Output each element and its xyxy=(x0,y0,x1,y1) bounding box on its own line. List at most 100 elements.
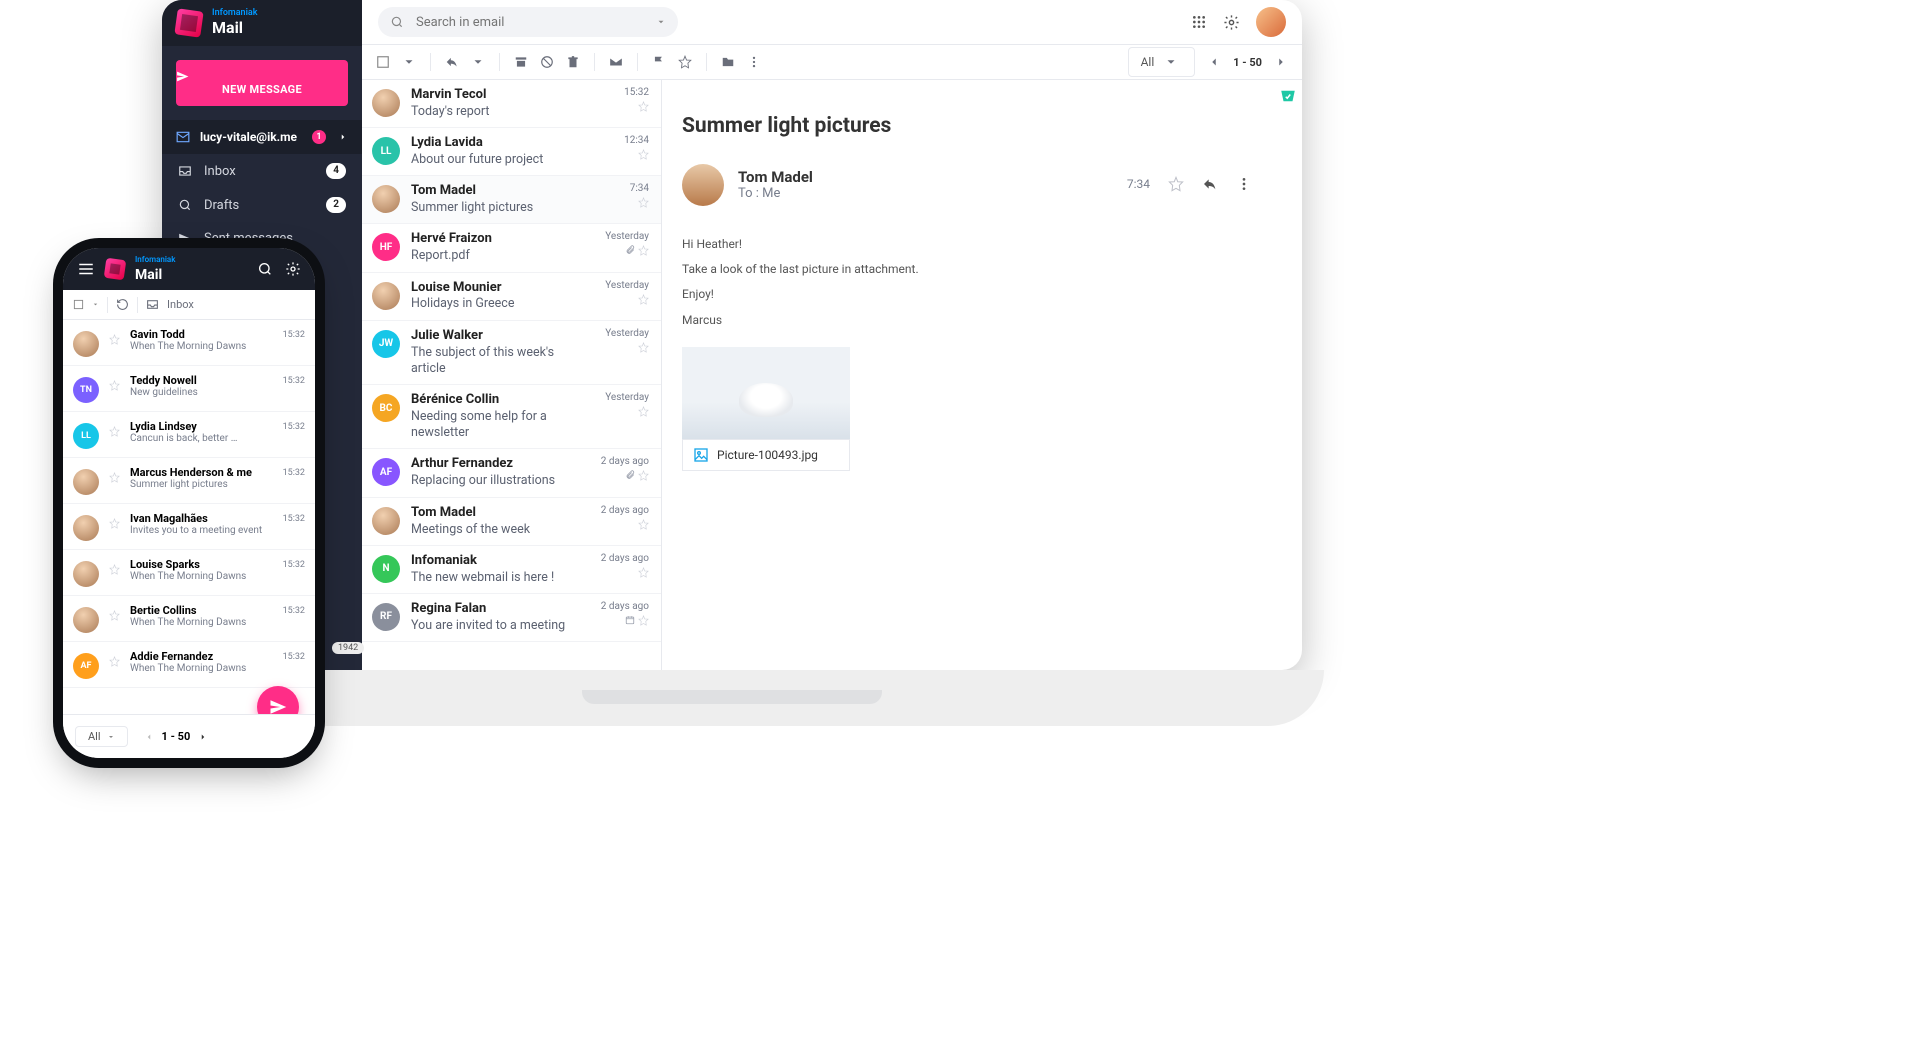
attachment-thumbnail xyxy=(682,347,850,439)
nav-inbox[interactable]: Inbox4 xyxy=(162,154,362,188)
chevron-left-icon[interactable] xyxy=(1203,51,1225,73)
list-item[interactable]: Ivan Magalhães Invites you to a meeting … xyxy=(63,504,315,550)
message-subject: Summer light pictures xyxy=(682,114,1252,138)
list-item[interactable]: Marvin Tecol Today's report 15:32 xyxy=(362,80,661,128)
email-list: Marvin Tecol Today's report 15:32 LL Lyd… xyxy=(362,80,662,670)
list-item[interactable]: BC Bérénice Collin Needing some help for… xyxy=(362,385,661,449)
attachment[interactable]: Picture-100493.jpg xyxy=(682,347,850,471)
spam-icon[interactable] xyxy=(536,51,558,73)
sender-name: Ivan Magalhães xyxy=(130,512,273,525)
email-subject: Cancun is back, better … xyxy=(130,433,273,444)
list-item[interactable]: Louise Sparks When The Morning Dawns 15:… xyxy=(63,550,315,596)
star-icon[interactable] xyxy=(109,518,120,529)
list-item[interactable]: Tom Madel Meetings of the week 2 days ag… xyxy=(362,498,661,546)
list-item[interactable]: LL Lydia Lindsey Cancun is back, better … xyxy=(63,412,315,458)
star-icon[interactable] xyxy=(109,656,120,667)
sender-name: Lydia Lindsey xyxy=(130,420,273,433)
caret-down-icon[interactable] xyxy=(467,51,489,73)
list-item[interactable]: AF Arthur Fernandez Replacing our illust… xyxy=(362,449,661,497)
caret-down-icon[interactable] xyxy=(398,51,420,73)
list-item[interactable]: Marcus Henderson & me Summer light pictu… xyxy=(63,458,315,504)
menu-icon[interactable] xyxy=(77,260,95,278)
list-item[interactable]: AF Addie Fernandez When The Morning Dawn… xyxy=(63,642,315,688)
reply-icon[interactable] xyxy=(441,51,463,73)
email-time: 2 days ago xyxy=(601,553,649,564)
email-subject: The subject of this week's article xyxy=(411,345,590,378)
caret-down-icon[interactable] xyxy=(92,301,99,308)
list-item[interactable]: RF Regina Falan You are invited to a mee… xyxy=(362,594,661,642)
list-item[interactable]: LL Lydia Lavida About our future project… xyxy=(362,128,661,176)
laptop-base xyxy=(140,670,1324,726)
list-item[interactable]: TN Teddy Nowell New guidelines 15:32 xyxy=(63,366,315,412)
email-subject: New guidelines xyxy=(130,387,273,398)
star-icon[interactable] xyxy=(109,426,120,437)
side-app-icon[interactable] xyxy=(1274,82,1302,110)
star-icon[interactable] xyxy=(109,380,120,391)
flag-icon[interactable] xyxy=(648,51,670,73)
archive-icon[interactable] xyxy=(510,51,532,73)
email-subject: You are invited to a meeting xyxy=(411,618,590,634)
apps-icon[interactable] xyxy=(1191,14,1207,30)
star-icon[interactable] xyxy=(109,472,120,483)
chevron-down-icon[interactable] xyxy=(656,17,666,27)
search-icon[interactable] xyxy=(257,261,273,277)
profile-avatar[interactable] xyxy=(1256,7,1286,37)
logo-icon xyxy=(104,258,127,281)
search-input[interactable] xyxy=(414,14,646,31)
list-item[interactable]: Bertie Collins When The Morning Dawns 15… xyxy=(63,596,315,642)
checkbox-icon[interactable] xyxy=(73,299,84,310)
search-box[interactable] xyxy=(378,7,678,37)
account-row[interactable]: lucy-vitale@ik.me 1 xyxy=(162,120,362,154)
folder-move-icon[interactable] xyxy=(717,51,739,73)
sidebar-total-badge: 1942 xyxy=(332,642,364,654)
star-icon[interactable] xyxy=(674,51,696,73)
chevron-left-icon[interactable] xyxy=(144,732,154,742)
star-icon[interactable] xyxy=(109,564,120,575)
sender-name: Infomaniak xyxy=(411,553,590,570)
avatar: BC xyxy=(372,394,400,422)
email-subject: Meetings of the week xyxy=(411,522,590,538)
list-item[interactable]: HF Hervé Fraizon Report.pdf Yesterday xyxy=(362,224,661,272)
list-item[interactable]: Louise Mounier Holidays in Greece Yester… xyxy=(362,273,661,321)
phone-filter-select[interactable]: All xyxy=(75,726,128,747)
checkbox-icon[interactable] xyxy=(372,51,394,73)
email-time: 15:32 xyxy=(283,606,305,616)
refresh-icon[interactable] xyxy=(116,298,129,311)
phone-footer: All 1 - 50 xyxy=(63,714,315,758)
list-item[interactable]: JW Julie Walker The subject of this week… xyxy=(362,321,661,385)
nav-drafts[interactable]: Drafts2 xyxy=(162,188,362,222)
email-time: 15:32 xyxy=(624,87,649,98)
email-time: 15:32 xyxy=(283,560,305,570)
avatar xyxy=(372,89,400,117)
star-icon[interactable] xyxy=(1168,176,1184,192)
email-time: 15:32 xyxy=(283,652,305,662)
laptop-mock: Infomaniak Mail NEW MESSAGE lucy-vitale@… xyxy=(140,0,1324,726)
mark-read-icon[interactable] xyxy=(605,51,627,73)
email-subject: When The Morning Dawns xyxy=(130,617,273,628)
gear-icon[interactable] xyxy=(285,261,301,277)
avatar xyxy=(73,607,99,633)
avatar xyxy=(372,282,400,310)
star-icon[interactable] xyxy=(109,334,120,345)
recipient: To : Me xyxy=(738,186,813,201)
gear-icon[interactable] xyxy=(1223,14,1240,31)
avatar: TN xyxy=(73,377,99,403)
trash-icon[interactable] xyxy=(562,51,584,73)
chevron-right-icon[interactable] xyxy=(1270,51,1292,73)
filter-select[interactable]: All xyxy=(1128,47,1196,77)
avatar: LL xyxy=(372,137,400,165)
reply-icon[interactable] xyxy=(1202,176,1218,192)
email-time: 15:32 xyxy=(283,376,305,386)
star-icon[interactable] xyxy=(109,610,120,621)
list-item[interactable]: N Infomaniak The new webmail is here ! 2… xyxy=(362,546,661,594)
sender-name: Louise Mounier xyxy=(411,280,590,297)
list-item[interactable]: Gavin Todd When The Morning Dawns 15:32 xyxy=(63,320,315,366)
new-message-button[interactable]: NEW MESSAGE xyxy=(176,60,348,106)
more-icon[interactable] xyxy=(1236,176,1252,192)
email-time: 2 days ago xyxy=(601,456,649,467)
phone-pager-label: 1 - 50 xyxy=(162,730,191,743)
more-icon[interactable] xyxy=(743,51,765,73)
avatar xyxy=(372,507,400,535)
list-item[interactable]: Tom Madel Summer light pictures 7:34 xyxy=(362,176,661,224)
chevron-right-icon[interactable] xyxy=(198,732,208,742)
